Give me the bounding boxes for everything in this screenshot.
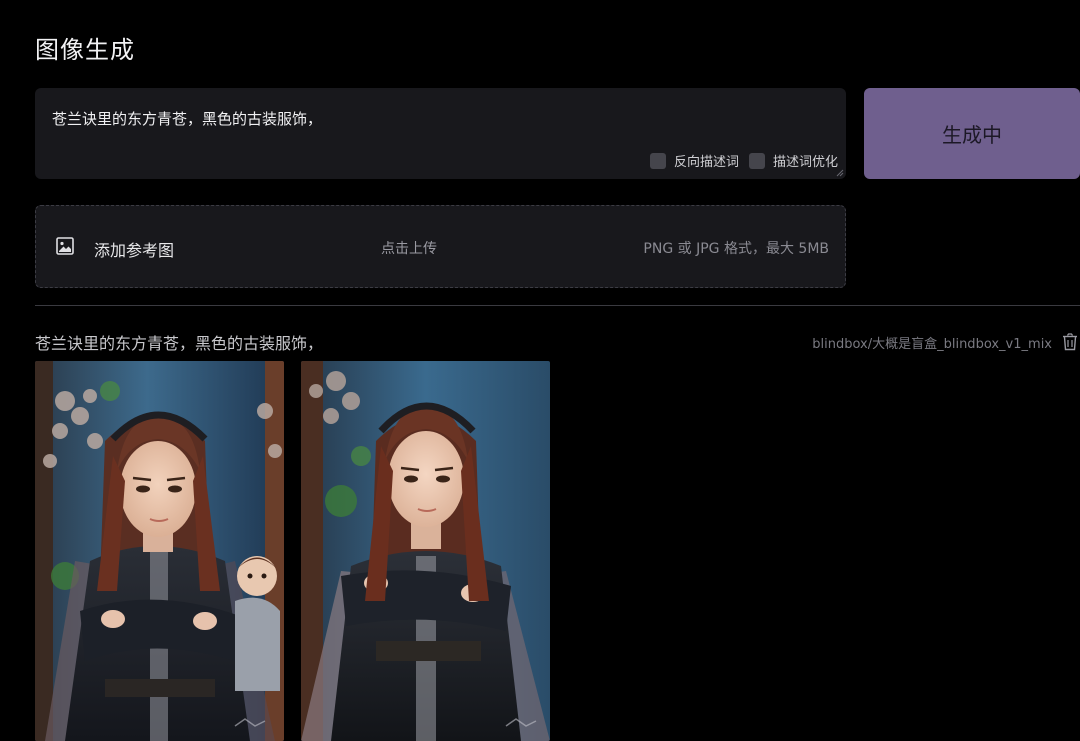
- negative-prompt-option[interactable]: 反向描述词: [649, 151, 739, 170]
- generated-image-2[interactable]: [301, 361, 550, 741]
- image-generation-page: 图像生成 苍兰诀里的东方青苍，黑色的古装服饰， 反向描述词 描述词优化 生成中 …: [0, 0, 1080, 741]
- result-model-name: blindbox/大概是盲盒_blindbox_v1_mix: [812, 337, 1052, 352]
- character-illustration-2: [301, 361, 550, 741]
- upload-label: 添加参考图: [94, 241, 175, 260]
- upload-hint[interactable]: 点击上传: [381, 238, 437, 258]
- reference-image-upload[interactable]: 添加参考图 点击上传 PNG 或 JPG 格式，最大 5MB: [35, 205, 846, 288]
- result-prompt: 苍兰诀里的东方青苍，黑色的古装服饰，: [35, 334, 324, 353]
- character-illustration-1: [35, 361, 284, 741]
- prompt-optimize-option[interactable]: 描述词优化: [748, 151, 838, 170]
- prompt-text[interactable]: 苍兰诀里的东方青苍，黑色的古装服饰，: [52, 108, 322, 129]
- generated-image-1[interactable]: [35, 361, 284, 741]
- negative-prompt-label[interactable]: 反向描述词: [674, 151, 739, 170]
- upload-format-hint: PNG 或 JPG 格式，最大 5MB: [643, 241, 829, 257]
- page-title: 图像生成: [35, 36, 135, 64]
- resize-grip-icon[interactable]: [836, 169, 844, 177]
- prompt-optimize-checkbox[interactable]: [748, 152, 765, 169]
- image-icon: [56, 237, 74, 255]
- generate-button[interactable]: 生成中: [864, 88, 1080, 179]
- negative-prompt-checkbox[interactable]: [649, 152, 666, 169]
- section-divider: [35, 305, 1080, 306]
- prompt-optimize-label[interactable]: 描述词优化: [773, 151, 838, 170]
- prompt-options: 反向描述词 描述词优化: [649, 151, 838, 170]
- prompt-input[interactable]: 苍兰诀里的东方青苍，黑色的古装服饰， 反向描述词 描述词优化: [35, 88, 846, 179]
- trash-icon[interactable]: [1062, 333, 1078, 351]
